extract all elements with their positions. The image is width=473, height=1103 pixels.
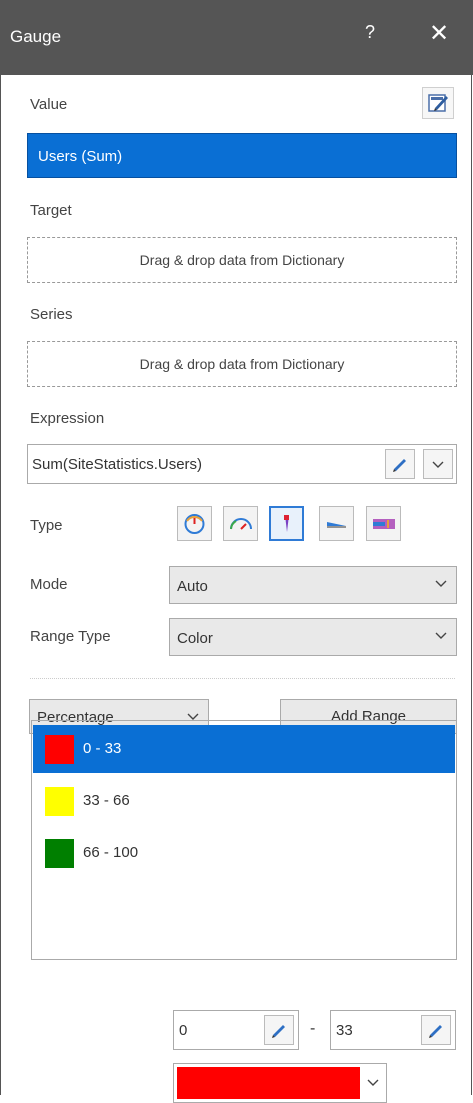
linear-needle-icon <box>284 515 289 532</box>
range-item-label: 0 - 33 <box>83 740 122 757</box>
range-color-preview <box>177 1067 360 1099</box>
range-type-label: Range Type <box>30 628 111 645</box>
dialog-titlebar: Gauge ? ✕ <box>0 0 473 75</box>
mode-label: Mode <box>30 576 68 593</box>
target-dropzone[interactable]: Drag & drop data from Dictionary <box>27 237 457 283</box>
edit-value-button[interactable] <box>422 87 454 119</box>
range-to-value: 33 <box>336 1022 353 1039</box>
series-placeholder: Drag & drop data from Dictionary <box>139 356 345 372</box>
type-label: Type <box>30 517 63 534</box>
range-color-swatch <box>45 787 74 816</box>
section-divider <box>30 678 455 679</box>
pencil-icon <box>429 1025 442 1038</box>
value-field[interactable]: Users (Sum) <box>27 133 457 178</box>
range-color-swatch <box>45 735 74 764</box>
expression-field[interactable]: Sum(SiteStatistics.Users) <box>27 444 457 484</box>
series-label: Series <box>30 306 73 323</box>
range-separator: - <box>310 1020 316 1037</box>
chevron-down-icon <box>367 1079 379 1086</box>
range-item[interactable]: 66 - 100 <box>33 829 455 877</box>
type-bullet-button[interactable] <box>366 506 401 541</box>
range-item-label: 33 - 66 <box>83 792 130 809</box>
type-linear-needle-button[interactable] <box>269 506 304 541</box>
range-item-label: 66 - 100 <box>83 844 139 861</box>
range-type-select[interactable]: Color <box>169 618 457 656</box>
expression-dropdown-button[interactable] <box>423 449 453 479</box>
edit-icon <box>428 94 448 112</box>
chevron-down-icon <box>435 580 447 587</box>
range-list: 0 - 33 33 - 66 66 - 100 <box>31 720 457 960</box>
mode-select[interactable]: Auto <box>169 566 457 604</box>
range-to-field[interactable]: 33 <box>330 1010 456 1050</box>
range-from-field[interactable]: 0 <box>173 1010 299 1050</box>
radial-gauge-icon <box>184 514 205 534</box>
value-item: Users (Sum) <box>38 148 123 165</box>
expression-edit-button[interactable] <box>385 449 415 479</box>
range-color-picker[interactable] <box>173 1063 387 1103</box>
expression-value: Sum(SiteStatistics.Users) <box>32 456 203 473</box>
range-color-swatch <box>45 839 74 868</box>
range-to-edit-button[interactable] <box>421 1015 451 1045</box>
range-type-value: Color <box>177 630 213 647</box>
type-half-circle-button[interactable] <box>223 506 258 541</box>
pencil-icon <box>393 459 406 472</box>
range-item[interactable]: 33 - 66 <box>33 777 455 825</box>
half-circle-gauge-icon <box>230 518 252 530</box>
type-radial-button[interactable] <box>177 506 212 541</box>
target-label: Target <box>30 202 72 219</box>
bullet-gauge-icon <box>373 519 395 529</box>
help-button[interactable]: ? <box>360 22 380 46</box>
target-placeholder: Drag & drop data from Dictionary <box>139 252 345 268</box>
linear-bar-icon <box>327 522 346 528</box>
close-button[interactable]: ✕ <box>427 20 451 48</box>
chevron-down-icon <box>432 461 444 468</box>
type-linear-bar-button[interactable] <box>319 506 354 541</box>
series-dropzone[interactable]: Drag & drop data from Dictionary <box>27 341 457 387</box>
expression-label: Expression <box>30 410 105 427</box>
chevron-down-icon <box>435 632 447 639</box>
value-label: Value <box>30 96 68 113</box>
range-item[interactable]: 0 - 33 <box>33 725 455 773</box>
pencil-icon <box>272 1025 285 1038</box>
range-from-value: 0 <box>179 1022 188 1039</box>
mode-value: Auto <box>177 578 208 595</box>
range-from-edit-button[interactable] <box>264 1015 294 1045</box>
dialog-title: Gauge <box>10 27 62 46</box>
